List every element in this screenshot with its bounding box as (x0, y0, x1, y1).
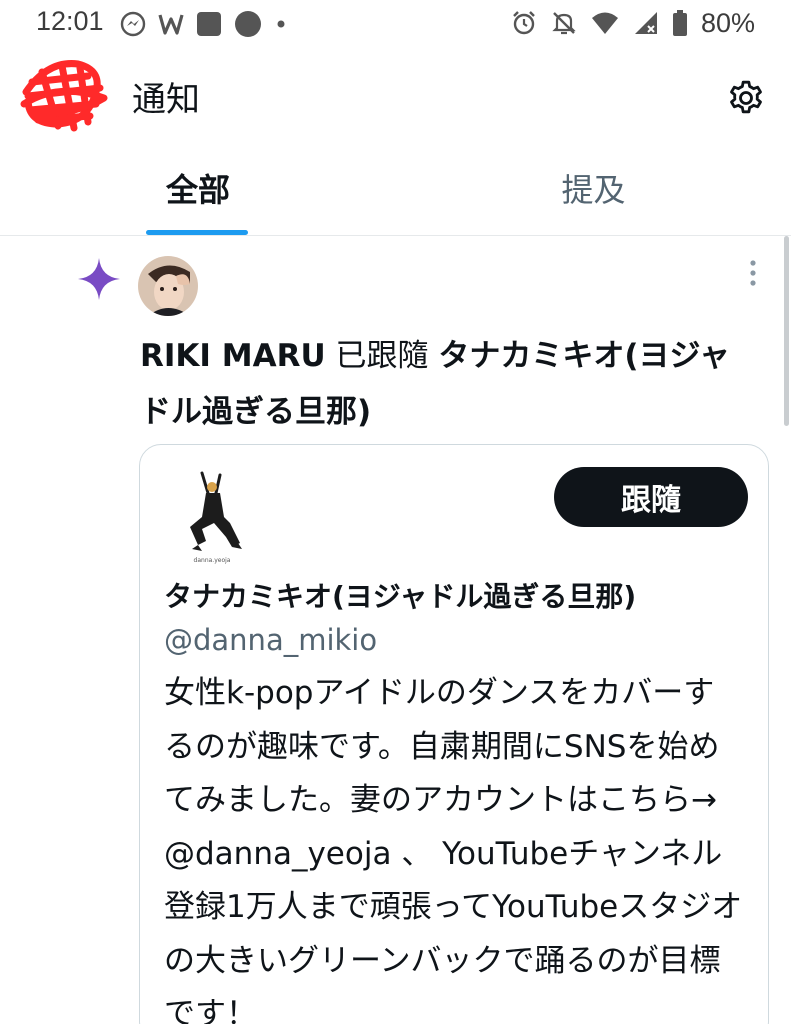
card-bio: 女性k-popアイドルのダンスをカバーするのが趣味です。自粛期間にSNSを始めて… (164, 675, 743, 1024)
follow-button[interactable]: 跟隨 (554, 467, 748, 527)
card-display-name[interactable]: タナカミキオ(ヨジャドル過ぎる旦那) (164, 575, 764, 615)
dot-icon (277, 20, 285, 28)
notification-item[interactable]: RIKI MARU 已跟隨 タナカミキオ(ヨジャドル過ぎる旦那) danna.y… (0, 236, 784, 1024)
settings-button[interactable] (724, 76, 768, 120)
follower-avatar[interactable] (138, 256, 198, 316)
status-bar: 12:01 80% (0, 0, 791, 48)
square-app-icon (197, 12, 221, 36)
sparkle-icon (78, 258, 120, 300)
card-handle[interactable]: @danna_mikio (164, 623, 377, 657)
action-text: 已跟隨 (325, 338, 439, 374)
follower-name[interactable]: RIKI MARU (140, 338, 326, 374)
battery-percent: 80% (700, 7, 755, 38)
signal-icon (634, 12, 657, 34)
notification-tabs: 全部 提及 (0, 140, 791, 236)
alarm-icon (513, 11, 535, 35)
card-avatar[interactable]: danna.yeoja (162, 467, 262, 567)
notification-icons (120, 10, 288, 38)
gear-icon (730, 80, 762, 114)
page-title: 通知 (132, 80, 200, 120)
more-options-icon[interactable] (742, 258, 764, 288)
app-header: 通知 (0, 48, 791, 140)
notification-text: RIKI MARU 已跟隨 タナカミキオ(ヨジャドル過ぎる旦那) (140, 328, 740, 440)
mute-icon (552, 12, 576, 35)
tab-mentions[interactable]: 提及 (396, 140, 791, 236)
active-tab-indicator (146, 230, 248, 235)
tab-all[interactable]: 全部 (0, 140, 396, 236)
status-time: 12:01 (36, 6, 104, 36)
card-avatar-caption: danna.yeoja (194, 557, 231, 564)
circle-app-icon (235, 11, 261, 37)
user-card[interactable]: danna.yeoja 跟隨 タナカミキオ(ヨジャドル過ぎる旦那) @danna… (139, 444, 769, 1024)
battery-icon (672, 10, 687, 36)
scrollbar[interactable] (784, 236, 789, 426)
system-icons: 80% (511, 6, 755, 40)
wifi-icon (591, 12, 618, 34)
avatar[interactable] (18, 52, 110, 136)
w-app-icon (158, 14, 184, 35)
messenger-icon (120, 11, 146, 37)
